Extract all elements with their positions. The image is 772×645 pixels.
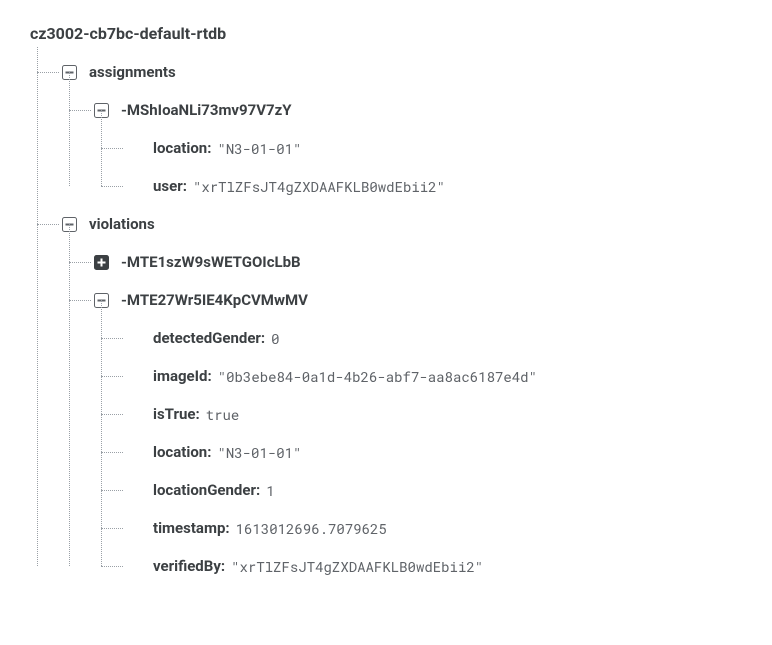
leaf-key: verifiedBy: <box>153 557 225 575</box>
node-row[interactable]: user: "xrTlZFsJT4gZXDAAFKLB0wdEbii2" <box>126 167 742 205</box>
tree-leaf-locationGender: locationGender: 1 <box>94 471 742 509</box>
root-children: assignments -MShIoaNLi73mv97V7zY <box>30 53 742 585</box>
tree-root: assignments -MShIoaNLi73mv97V7zY <box>30 53 742 585</box>
tree-node-assignments: assignments -MShIoaNLi73mv97V7zY <box>30 53 742 205</box>
leaf-marker <box>126 141 141 156</box>
tree-node-violation-1: -MTE1szW9sWETGOIcLbB <box>62 243 742 281</box>
leaf-value: 0 <box>271 329 279 348</box>
leaf-key: location: <box>153 443 211 461</box>
children: -MShIoaNLi73mv97V7zY location: "N3-01-01… <box>62 91 742 205</box>
expand-icon[interactable] <box>94 255 109 270</box>
leaf-key: location: <box>153 139 211 157</box>
leaf-value: "N3-01-01" <box>217 139 301 158</box>
leaf-key: timestamp: <box>153 519 230 537</box>
leaf-value: "xrTlZFsJT4gZXDAAFKLB0wdEbii2" <box>193 177 445 196</box>
node-key: -MShIoaNLi73mv97V7zY <box>121 101 292 119</box>
node-key: assignments <box>89 63 176 81</box>
node-row[interactable]: isTrue: true <box>126 395 742 433</box>
leaf-key: imageId: <box>153 367 212 385</box>
node-row[interactable]: -MTE27Wr5IE4KpCVMwMV <box>94 281 742 319</box>
node-key: violations <box>89 215 155 233</box>
node-row[interactable]: location: "N3-01-01" <box>126 129 742 167</box>
leaf-value: 1 <box>266 481 274 500</box>
leaf-value: true <box>206 405 240 424</box>
node-row[interactable]: assignments <box>62 53 742 91</box>
tree-leaf-verifiedBy: verifiedBy: "xrTlZFsJT4gZXDAAFKLB0wdEbii… <box>94 547 742 585</box>
leaf-key: locationGender: <box>153 481 260 499</box>
node-row[interactable]: imageId: "0b3ebe84-0a1d-4b26-abf7-aa8ac6… <box>126 357 742 395</box>
tree-leaf-isTrue: isTrue: true <box>94 395 742 433</box>
leaf-marker <box>126 179 141 194</box>
leaf-key: isTrue: <box>153 405 200 423</box>
tree-leaf-detectedGender: detectedGender: 0 <box>94 319 742 357</box>
node-row[interactable]: location: "N3-01-01" <box>126 433 742 471</box>
leaf-key: user: <box>153 177 187 195</box>
node-row[interactable]: -MTE1szW9sWETGOIcLbB <box>94 243 742 281</box>
leaf-marker <box>126 369 141 384</box>
tree-leaf-timestamp: timestamp: 1613012696.7079625 <box>94 509 742 547</box>
leaf-value: "xrTlZFsJT4gZXDAAFKLB0wdEbii2" <box>231 557 483 576</box>
tree-node-violation-2: -MTE27Wr5IE4KpCVMwMV detectedGender: 0 <box>62 281 742 585</box>
leaf-marker <box>126 521 141 536</box>
tree-leaf-location: location: "N3-01-01" <box>94 129 742 167</box>
node-row[interactable]: timestamp: 1613012696.7079625 <box>126 509 742 547</box>
children: detectedGender: 0 imageId: "0b3ebe84-0a1… <box>94 319 742 585</box>
children: -MTE1szW9sWETGOIcLbB -MTE27Wr5IE4KpCVMwM… <box>62 243 742 585</box>
tree-leaf-user: user: "xrTlZFsJT4gZXDAAFKLB0wdEbii2" <box>94 167 742 205</box>
node-row[interactable]: verifiedBy: "xrTlZFsJT4gZXDAAFKLB0wdEbii… <box>126 547 742 585</box>
node-key: -MTE1szW9sWETGOIcLbB <box>121 253 301 271</box>
children: location: "N3-01-01" user: "xrTlZFsJT4gZ… <box>94 129 742 205</box>
leaf-marker <box>126 445 141 460</box>
leaf-value: "N3-01-01" <box>217 443 301 462</box>
tree-leaf-location: location: "N3-01-01" <box>94 433 742 471</box>
node-row[interactable]: violations <box>62 205 742 243</box>
leaf-value: 1613012696.7079625 <box>236 519 387 538</box>
tree-node-assignment-id: -MShIoaNLi73mv97V7zY location: "N3-01-01… <box>62 91 742 205</box>
tree-leaf-imageId: imageId: "0b3ebe84-0a1d-4b26-abf7-aa8ac6… <box>94 357 742 395</box>
leaf-marker <box>126 407 141 422</box>
leaf-marker <box>126 483 141 498</box>
leaf-value: "0b3ebe84-0a1d-4b26-abf7-aa8ac6187e4d" <box>218 367 537 386</box>
node-row[interactable]: locationGender: 1 <box>126 471 742 509</box>
leaf-marker <box>126 559 141 574</box>
tree-node-violations: violations -MTE1szW9sWETGOIcLbB <box>30 205 742 585</box>
leaf-key: detectedGender: <box>153 329 265 347</box>
node-row[interactable]: detectedGender: 0 <box>126 319 742 357</box>
leaf-marker <box>126 331 141 346</box>
node-row[interactable]: -MShIoaNLi73mv97V7zY <box>94 91 742 129</box>
database-root-label: cz3002-cb7bc-default-rtdb <box>30 20 742 53</box>
node-key: -MTE27Wr5IE4KpCVMwMV <box>121 291 308 309</box>
